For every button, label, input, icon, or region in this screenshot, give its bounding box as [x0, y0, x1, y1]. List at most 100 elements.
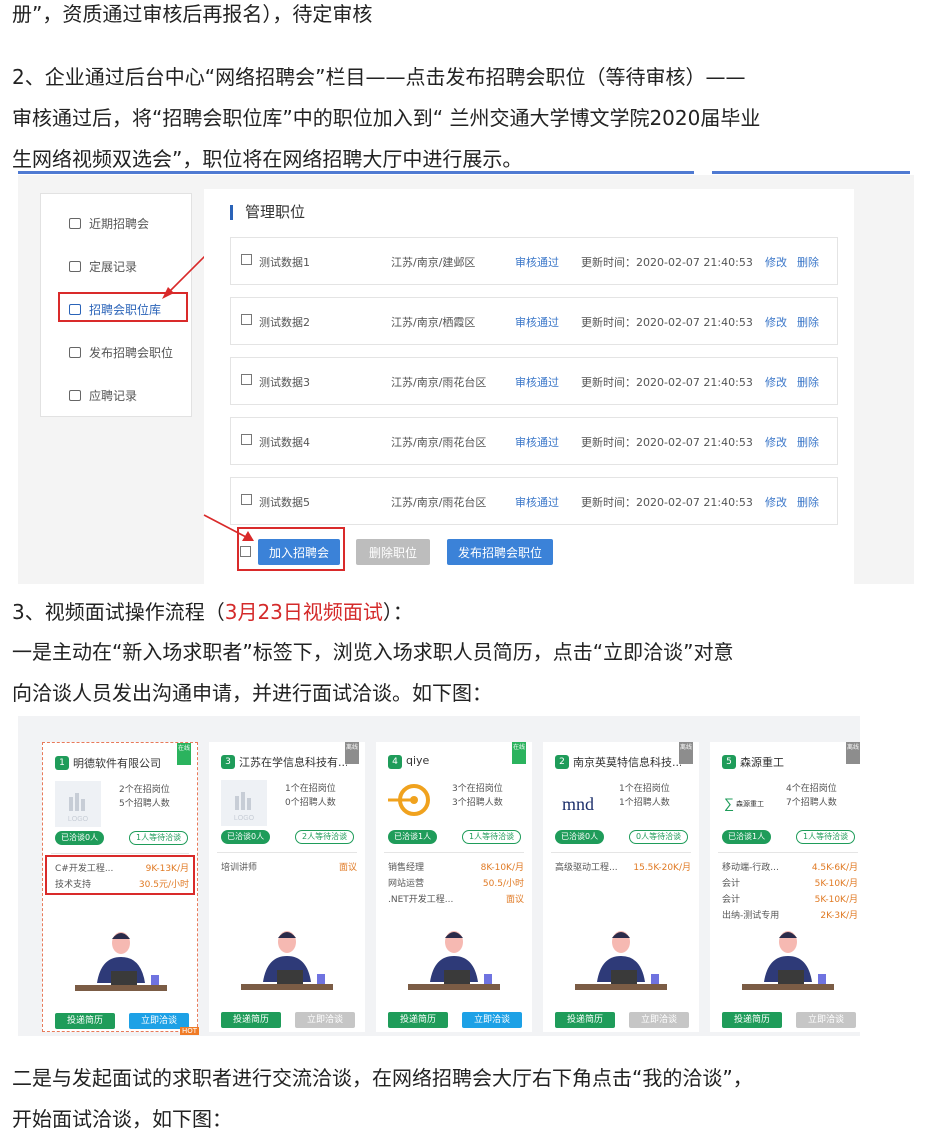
step3-line1: 一是主动在“新入场求职者”标签下，浏览入场求职人员简历，点击“立即洽谈”对意: [12, 640, 734, 664]
waiting-badge: 1人等待洽谈: [796, 830, 856, 844]
admin-screenshot: 近期招聘会 定展记录 招聘会职位库 发布招聘会职位 应聘记录 管理职位 测试数据…: [18, 171, 914, 587]
chat-now-button[interactable]: 立即洽谈: [629, 1012, 689, 1028]
logo-placeholder: LOGO: [221, 780, 267, 826]
red-arrow: [203, 514, 254, 541]
row-checkbox[interactable]: [241, 434, 252, 445]
table-row: 测试数据2 江苏/南京/栖霞区 审核通过 更新时间：2020-02-07 21:…: [230, 297, 838, 345]
status-flag: 在线: [512, 742, 526, 764]
svg-text:mnd: mnd: [562, 794, 594, 814]
step2-line2: 审核通过后，将“招聘会职位库”中的职位加入到“ 兰州交通大学博文学院2020届毕…: [12, 106, 761, 130]
delete-link[interactable]: 删除: [797, 494, 819, 510]
delete-jobs-button[interactable]: 删除职位: [356, 539, 430, 565]
delete-link[interactable]: 删除: [797, 254, 819, 270]
row-checkbox[interactable]: [241, 374, 252, 385]
sidebar-item-publish-job[interactable]: 发布招聘会职位: [69, 344, 173, 361]
edit-link[interactable]: 修改: [765, 254, 787, 270]
interviewer-illustration: [75, 932, 167, 991]
submit-resume-button[interactable]: 投递简历: [221, 1012, 281, 1028]
delete-link[interactable]: 删除: [797, 374, 819, 390]
step3-part2-paragraph: 二是与发起面试的求职者进行交流洽谈，在网络招聘会大厅右下角点击“我的洽谈”， 开…: [12, 1058, 753, 1133]
company-name: qiye: [406, 754, 430, 767]
sidebar-item-recent-fairs[interactable]: 近期招聘会: [69, 215, 149, 232]
delete-link[interactable]: 删除: [797, 434, 819, 450]
talked-badge: 已洽谈0人: [55, 831, 105, 845]
interviewer-illustration: [742, 931, 834, 990]
part2-line1: 二是与发起面试的求职者进行交流洽谈，在网络招聘会大厅右下角点击“我的洽谈”，: [12, 1066, 753, 1090]
company-card[interactable]: 5 森源重工 离线 ∑ 森源重工 4个在招岗位 7个招聘人数 已洽谈1人 1人等待…: [710, 742, 866, 1032]
status-flag: 离线: [679, 742, 693, 764]
step3-paragraph: 一是主动在“新入场求职者”标签下，浏览入场求职人员简历，点击“立即洽谈”对意 向…: [12, 632, 733, 714]
company-name: 南京英莫特信息科技...: [573, 756, 681, 769]
lock-icon: [69, 261, 81, 272]
hot-badge: HOT: [179, 1027, 199, 1035]
talked-badge: 已洽谈0人: [555, 830, 605, 844]
table-row: 测试数据5 江苏/南京/雨花台区 审核通过 更新时间：2020-02-07 21…: [230, 477, 838, 525]
job-list: 移动端-行政... 4.5K-6K/月 会计 5K-10K/月 会计 5K-10K/月…: [722, 863, 858, 921]
submit-resume-button[interactable]: 投递简历: [388, 1012, 448, 1028]
waiting-badge: 1人等待洽谈: [129, 831, 189, 845]
company-logo: [388, 784, 430, 816]
submit-resume-button[interactable]: 投递简历: [55, 1013, 115, 1029]
step2-line1: 2、企业通过后台中心“网络招聘会”栏目——点击发布招聘会职位（等待审核）——: [12, 65, 746, 89]
panel-title: 管理职位: [230, 205, 305, 220]
step3-line2: 向洽谈人员发出沟通申请，并进行面试洽谈。如下图：: [12, 681, 492, 705]
job-fair-hall-screenshot: 1 明德软件有限公司 在线 LOGO 2个在招岗位 5个招聘人数 已洽谈0人 1人…: [18, 716, 866, 1036]
company-logo: ∑ 森源重工: [724, 795, 764, 811]
interviewer-illustration: [575, 931, 667, 990]
submit-resume-button[interactable]: 投递简历: [722, 1012, 782, 1028]
intro-line: 册”，资质通过审核后再报名），待定审核: [12, 2, 373, 26]
talked-badge: 已洽谈1人: [388, 830, 438, 844]
part2-line2: 开始面试洽谈，如下图：: [12, 1107, 232, 1131]
calendar-icon: [69, 218, 81, 229]
edit-link[interactable]: 修改: [765, 314, 787, 330]
company-card[interactable]: 2 南京英莫特信息科技... 离线 mnd 1个在招岗位 1个招聘人数 已洽谈0人…: [543, 742, 699, 1032]
publish-job-button[interactable]: 发布招聘会职位: [447, 539, 553, 565]
table-row: 测试数据3 江苏/南京/雨花台区 审核通过 更新时间：2020-02-07 21…: [230, 357, 838, 405]
delete-link[interactable]: 删除: [797, 314, 819, 330]
waiting-badge: 1人等待洽谈: [462, 830, 522, 844]
company-name: 明德软件有限公司: [73, 757, 161, 770]
folder-icon: [69, 390, 81, 401]
job-list: 培训讲师 面议: [221, 863, 357, 873]
folder-icon: [69, 347, 81, 358]
chat-now-button[interactable]: 立即洽谈: [462, 1012, 522, 1028]
status-flag: 离线: [345, 742, 359, 764]
svg-text:森源重工: 森源重工: [736, 799, 764, 808]
edit-link[interactable]: 修改: [765, 494, 787, 510]
company-name: 森源重工: [740, 756, 784, 769]
svg-text:∑: ∑: [724, 795, 734, 811]
company-name: 江苏在学信息科技有...: [239, 756, 347, 769]
table-row: 测试数据4 江苏/南京/雨花台区 审核通过 更新时间：2020-02-07 21…: [230, 417, 838, 465]
submit-resume-button[interactable]: 投递简历: [555, 1012, 615, 1028]
row-checkbox[interactable]: [241, 494, 252, 505]
sidebar-item-booking-records[interactable]: 定展记录: [69, 258, 137, 275]
logo-placeholder: LOGO: [55, 781, 101, 827]
chat-now-button[interactable]: 立即洽谈: [796, 1012, 856, 1028]
edit-link[interactable]: 修改: [765, 434, 787, 450]
chat-now-button[interactable]: 立即洽谈: [295, 1012, 355, 1028]
company-card[interactable]: 4 qiye 在线 3个在招岗位 3个招聘人数 已洽谈1人 1人等待洽谈 销售经理…: [376, 742, 532, 1032]
svg-text:LOGO: LOGO: [234, 815, 255, 822]
job-list: C#开发工程... 9K-13K/月 技术支持 30.5元/小时: [55, 864, 189, 890]
interviewer-illustration: [408, 931, 500, 990]
edit-link[interactable]: 修改: [765, 374, 787, 390]
waiting-badge: 2人等待洽谈: [295, 830, 355, 844]
job-list: 高级驱动工程... 15.5K-20K/月: [555, 863, 691, 873]
interviewer-illustration: [241, 931, 333, 990]
step3-heading: 3、视频面试操作流程（3月23日视频面试）：: [12, 600, 413, 624]
table-row: 测试数据1 江苏/南京/建邺区 审核通过 更新时间：2020-02-07 21:…: [230, 237, 838, 285]
talked-badge: 已洽谈0人: [221, 830, 271, 844]
status-flag: 离线: [846, 742, 860, 764]
row-checkbox[interactable]: [241, 254, 252, 265]
company-card[interactable]: 3 江苏在学信息科技有... 离线 LOGO 1个在招岗位 0个招聘人数 已洽谈0…: [209, 742, 365, 1032]
step2-paragraph: 2、企业通过后台中心“网络招聘会”栏目——点击发布招聘会职位（等待审核）—— 审…: [12, 57, 760, 180]
company-logo: mnd: [562, 794, 594, 814]
waiting-badge: 0人等待洽谈: [629, 830, 689, 844]
status-flag: 在线: [177, 743, 191, 765]
svg-text:LOGO: LOGO: [68, 816, 89, 823]
company-card[interactable]: 1 明德软件有限公司 在线 LOGO 2个在招岗位 5个招聘人数 已洽谈0人 1人…: [42, 742, 199, 1035]
sidebar-item-application-records[interactable]: 应聘记录: [69, 387, 137, 404]
interview-date: 3月23日视频面试: [224, 600, 383, 624]
row-checkbox[interactable]: [241, 314, 252, 325]
talked-badge: 已洽谈1人: [722, 830, 772, 844]
